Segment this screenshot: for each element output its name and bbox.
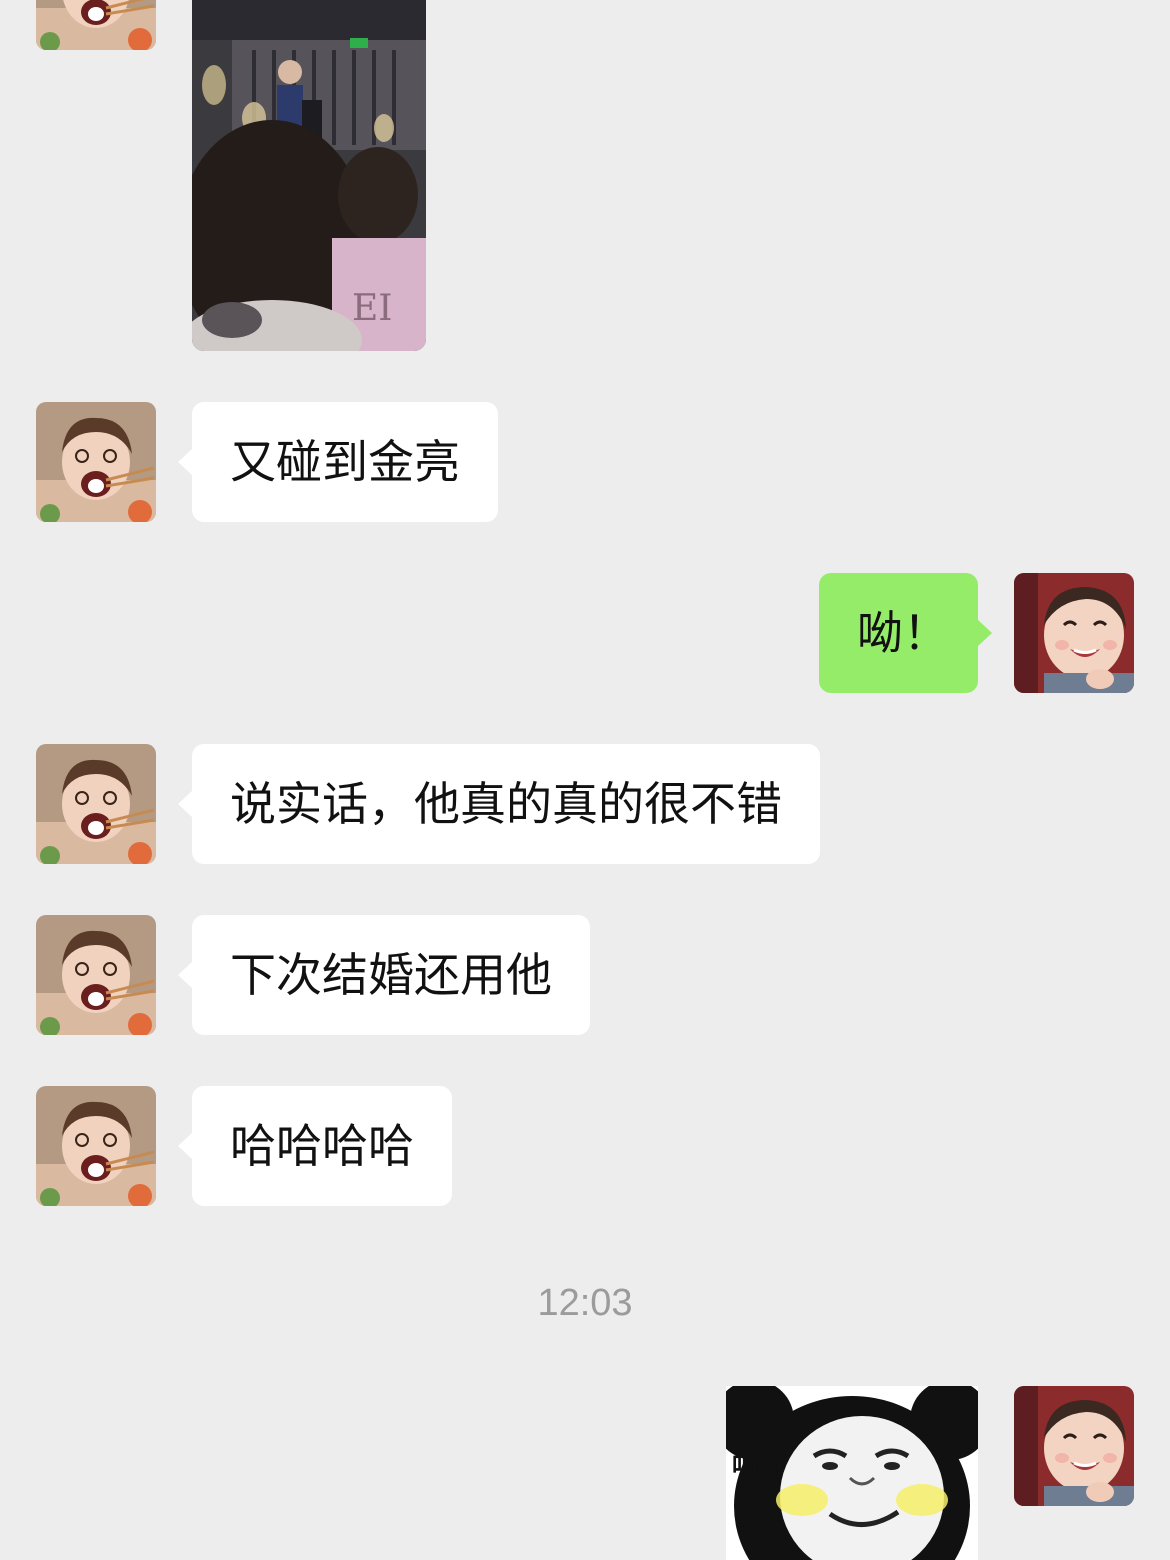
my-avatar[interactable] — [1014, 1386, 1134, 1506]
friend-avatar[interactable] — [36, 402, 156, 522]
panda-meme-sticker[interactable]: 听听 — [726, 1386, 978, 1560]
message-bubble-outgoing[interactable]: 呦！ — [819, 573, 992, 693]
shared-photo-message[interactable]: EI — [192, 0, 426, 351]
svg-text:EI: EI — [352, 288, 393, 329]
friend-avatar[interactable] — [36, 0, 156, 50]
friend-avatar[interactable] — [36, 915, 156, 1035]
chat-message-list[interactable]: EI 又碰到金亮 呦！ 说实话，他真的真的很不错 下次结婚还用他 哈哈哈哈 12… — [0, 0, 1170, 1560]
message-bubble-incoming[interactable]: 说实话，他真的真的很不错 — [178, 744, 820, 864]
message-bubble-incoming[interactable]: 哈哈哈哈 — [178, 1086, 452, 1206]
message-timestamp: 12:03 — [537, 1282, 633, 1324]
friend-avatar[interactable] — [36, 1086, 156, 1206]
sticker-caption: 听听 — [732, 1452, 780, 1480]
friend-avatar[interactable] — [36, 744, 156, 864]
my-avatar[interactable] — [1014, 573, 1134, 693]
message-bubble-incoming[interactable]: 下次结婚还用他 — [178, 915, 590, 1035]
message-bubble-incoming[interactable]: 又碰到金亮 — [178, 402, 498, 522]
